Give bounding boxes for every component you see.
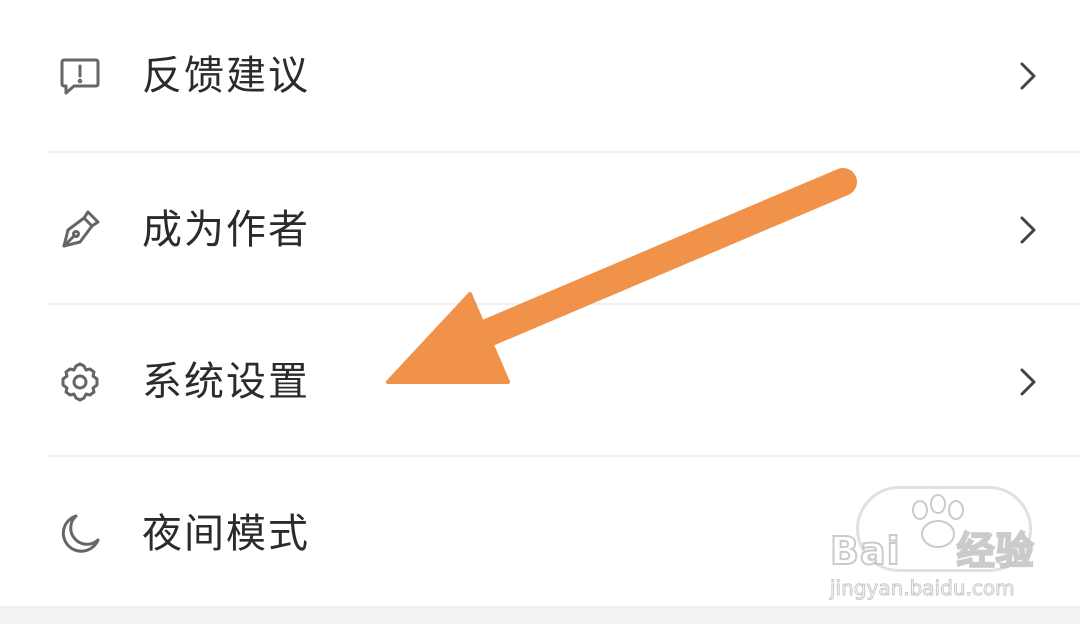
menu-item-system-settings[interactable]: 系统设置 <box>0 306 1080 458</box>
feedback-icon <box>56 52 104 100</box>
divider <box>48 455 1080 457</box>
moon-icon <box>56 510 104 558</box>
menu-item-night-mode[interactable]: 夜间模式 <box>0 458 1080 610</box>
divider <box>48 151 1080 153</box>
screen: 反馈建议 成为作者 系统设置 夜间模式 Bai 经验 jingyan.baidu… <box>0 0 1080 624</box>
bottom-band <box>0 606 1080 624</box>
pen-icon <box>56 206 104 254</box>
menu-item-feedback[interactable]: 反馈建议 <box>0 0 1080 152</box>
menu-item-label: 反馈建议 <box>142 53 310 99</box>
divider <box>48 303 1080 305</box>
gear-icon <box>56 358 104 406</box>
chevron-right-icon <box>1016 364 1040 400</box>
chevron-right-icon <box>1016 212 1040 248</box>
menu-item-become-author[interactable]: 成为作者 <box>0 154 1080 306</box>
chevron-right-icon <box>1016 58 1040 94</box>
menu-item-label: 夜间模式 <box>142 511 310 557</box>
menu-item-label: 成为作者 <box>142 207 310 253</box>
menu-item-label: 系统设置 <box>142 359 310 405</box>
